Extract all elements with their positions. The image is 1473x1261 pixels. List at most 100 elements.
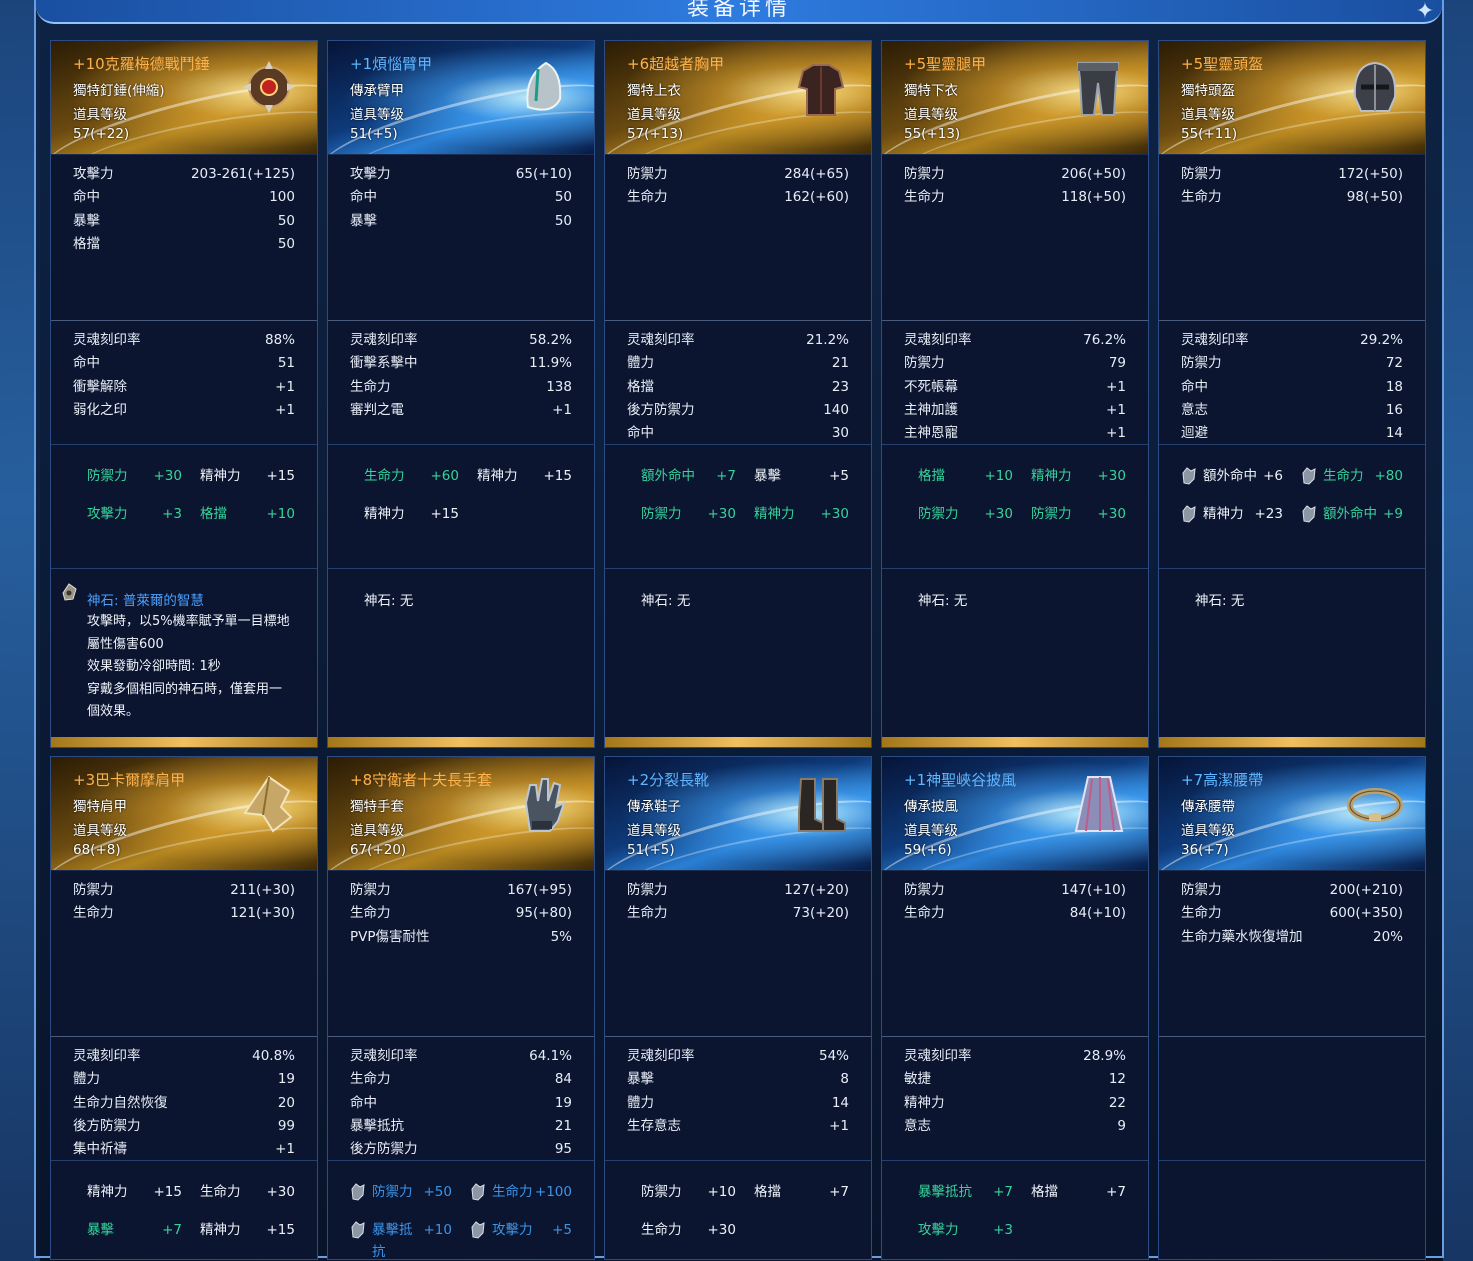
manastone-slot[interactable]: 攻擊力 +3 bbox=[87, 503, 182, 525]
manastone-slot[interactable]: 精神力 +15 bbox=[87, 1181, 182, 1203]
mace-icon[interactable] bbox=[239, 57, 295, 119]
manastone-slot[interactable]: 格擋 +10 bbox=[918, 465, 1013, 487]
manastone-slot[interactable]: 生命力 +100 bbox=[470, 1181, 572, 1203]
shoulder-icon[interactable] bbox=[239, 773, 295, 835]
bonus-name: 防禦力 bbox=[641, 506, 682, 522]
item-name[interactable]: +6超越者胸甲 bbox=[627, 53, 724, 74]
glove-icon[interactable] bbox=[516, 773, 572, 835]
manastone-slot[interactable]: 防禦力 +50 bbox=[350, 1181, 452, 1203]
item-name[interactable]: +5聖靈腿甲 bbox=[904, 53, 986, 74]
stat-row: 生命力 98(+50) bbox=[1181, 186, 1403, 209]
manastone-slot[interactable]: 額外命中 +6 bbox=[1181, 465, 1283, 487]
stat-value: 121(+30) bbox=[230, 905, 295, 922]
equipment-card[interactable]: +8守衛者十夫長手套 獨特手套 道具等级 67(+20) 防禦力 167(+95) 生命力 9… bbox=[327, 756, 595, 1260]
item-name[interactable]: +8守衛者十夫長手套 bbox=[350, 769, 492, 790]
equipment-card[interactable]: +5聖靈頭盔 獨特頭盔 道具等级 55(+11) 防禦力 172(+50) 生命力 98(+5… bbox=[1158, 40, 1426, 748]
item-name[interactable]: +7高潔腰帶 bbox=[1181, 769, 1263, 790]
manastone-slot[interactable]: 格擋 +7 bbox=[754, 1181, 849, 1203]
manastone-icon bbox=[1301, 505, 1317, 523]
stat-name: 不死帳幕 bbox=[904, 378, 958, 395]
bonus-value: +3 bbox=[162, 506, 182, 522]
manastone-slot[interactable]: 格擋 +7 bbox=[1031, 1181, 1126, 1203]
stat-name: 灵魂刻印率 bbox=[350, 332, 418, 348]
manastone-slot[interactable]: 生命力 +30 bbox=[641, 1219, 736, 1241]
manastone-slot[interactable]: 暴擊抵抗 +7 bbox=[918, 1181, 1013, 1203]
equipment-card[interactable]: +6超越者胸甲 獨特上衣 道具等级 57(+13) 防禦力 284(+65) 生命力 162(… bbox=[604, 40, 872, 748]
manastone-slot[interactable]: 生命力 +60 bbox=[364, 465, 459, 487]
manastone-slot[interactable]: 防禦力 +30 bbox=[87, 465, 182, 487]
manastone-slot[interactable]: 防禦力 +30 bbox=[641, 503, 736, 525]
item-name[interactable]: +5聖靈頭盔 bbox=[1181, 53, 1263, 74]
bonus-value: +5 bbox=[829, 468, 849, 484]
item-name[interactable]: +2分裂長靴 bbox=[627, 769, 709, 790]
manastone-slot[interactable]: 精神力 +15 bbox=[200, 1219, 295, 1241]
stat-name: 後方防禦力 bbox=[350, 1141, 418, 1158]
stat-row: 生存意志 +1 bbox=[627, 1115, 849, 1138]
cape-icon[interactable] bbox=[1070, 773, 1126, 835]
manastone-slot[interactable]: 暴擊 +5 bbox=[754, 465, 849, 487]
manastone-slot[interactable]: 精神力 +30 bbox=[1031, 465, 1126, 487]
stat-value: 16 bbox=[1385, 401, 1403, 418]
item-name[interactable]: +10克羅梅德戰鬥錘 bbox=[73, 53, 210, 74]
manastone-slot[interactable]: 暴擊抵抗 +10 bbox=[350, 1219, 452, 1260]
item-name[interactable]: +1神聖峽谷披風 bbox=[904, 769, 1016, 790]
godstone-name: 神石: 无 bbox=[918, 593, 968, 609]
stat-value: 8 bbox=[840, 1071, 849, 1088]
item-name[interactable]: +1煩惱臂甲 bbox=[350, 53, 432, 74]
bonus-name: 精神力 bbox=[477, 468, 518, 484]
manastone-slot[interactable]: 暴擊 +7 bbox=[87, 1219, 182, 1241]
chest-armor-icon[interactable] bbox=[793, 57, 849, 119]
stat-row: 命中 19 bbox=[350, 1092, 572, 1115]
manastone-slot[interactable]: 精神力 +15 bbox=[477, 465, 572, 487]
stat-value: 11.9% bbox=[529, 355, 572, 372]
equipment-card[interactable]: +2分裂長靴 傳承鞋子 道具等级 51(+5) 防禦力 127(+20) 生命力 73(+20… bbox=[604, 756, 872, 1260]
bonus-name: 防禦力 bbox=[1031, 506, 1072, 522]
equipment-card[interactable]: +1神聖峽谷披風 傳承披風 道具等级 59(+6) 防禦力 147(+10) 生命力 84(+… bbox=[881, 756, 1149, 1260]
stat-name: 命中 bbox=[73, 189, 100, 206]
manastone-slot[interactable]: 生命力 +80 bbox=[1301, 465, 1403, 487]
stat-row: 命中 30 bbox=[627, 422, 849, 445]
manastone-slot[interactable]: 攻擊力 +3 bbox=[918, 1219, 1013, 1241]
stat-name: 灵魂刻印率 bbox=[350, 1048, 418, 1064]
item-name[interactable]: +3巴卡爾摩肩甲 bbox=[73, 769, 185, 790]
manastone-slot[interactable]: 精神力 +15 bbox=[364, 503, 459, 525]
manastone-slot[interactable]: 精神力 +30 bbox=[754, 503, 849, 525]
stat-name: 灵魂刻印率 bbox=[73, 332, 141, 348]
manastone-slot[interactable]: 防禦力 +10 bbox=[641, 1181, 736, 1203]
manastone-slot[interactable]: 額外命中 +9 bbox=[1301, 503, 1403, 525]
stat-name: 防禦力 bbox=[904, 882, 945, 898]
stat-value: 172(+50) bbox=[1338, 166, 1403, 182]
stat-name: 攻擊力 bbox=[73, 166, 114, 182]
manastone-slot[interactable]: 攻擊力 +5 bbox=[470, 1219, 572, 1241]
stat-row: 防禦力 200(+210) bbox=[1181, 879, 1403, 902]
manastone-slot[interactable]: 額外命中 +7 bbox=[641, 465, 736, 487]
boots-icon[interactable] bbox=[793, 773, 849, 835]
equipment-card[interactable]: +7高潔腰帶 傳承腰帶 道具等级 36(+7) 防禦力 200(+210) 生命力 600(+… bbox=[1158, 756, 1426, 1260]
manastone-slot[interactable]: 防禦力 +30 bbox=[918, 503, 1013, 525]
equipment-card[interactable]: +3巴卡爾摩肩甲 獨特肩甲 道具等级 68(+8) 防禦力 211(+30) 生命力 121(… bbox=[50, 756, 318, 1260]
stat-row: 暴擊抵抗 21 bbox=[350, 1115, 572, 1138]
bonus-name: 攻擊力 bbox=[918, 1222, 959, 1238]
manastone-slot[interactable]: 格擋 +10 bbox=[200, 503, 295, 525]
belt-icon[interactable] bbox=[1347, 773, 1403, 835]
base-stats: 防禦力 167(+95) 生命力 95(+80) PVP傷害耐性 5% bbox=[328, 871, 594, 1037]
manastone-slot[interactable]: 精神力 +23 bbox=[1181, 503, 1283, 525]
base-stats: 防禦力 211(+30) 生命力 121(+30) bbox=[51, 871, 317, 1037]
equipment-card[interactable]: +1煩惱臂甲 傳承臂甲 道具等级 51(+5) 攻擊力 65(+10) 命中 50 暴擊 50 灵魂… bbox=[327, 40, 595, 748]
bonus-value: +30 bbox=[707, 506, 737, 522]
manastone-slot[interactable]: 精神力 +15 bbox=[200, 465, 295, 487]
manastone-slot[interactable]: 生命力 +30 bbox=[200, 1181, 295, 1203]
guard-icon[interactable] bbox=[516, 57, 572, 119]
godstone-section: 神石: 无 bbox=[882, 569, 1148, 734]
stat-value: +1 bbox=[1106, 378, 1126, 395]
stat-value: 9 bbox=[1117, 1117, 1126, 1134]
equipment-card[interactable]: +5聖靈腿甲 獨特下衣 道具等级 55(+13) 防禦力 206(+50) 生命力 118(+… bbox=[881, 40, 1149, 748]
stat-row: 後方防禦力 99 bbox=[73, 1115, 295, 1138]
leg-armor-icon[interactable] bbox=[1070, 57, 1126, 119]
card-bottom-strip bbox=[51, 737, 317, 747]
helmet-icon[interactable] bbox=[1347, 57, 1403, 119]
equipment-card[interactable]: +10克羅梅德戰鬥錘 獨特釘錘(伸縮) 道具等级 57(+22) 攻擊力 203-261(… bbox=[50, 40, 318, 748]
manastone-slot[interactable]: 防禦力 +30 bbox=[1031, 503, 1126, 525]
item-type: 獨特肩甲 bbox=[73, 799, 127, 815]
stat-row: 生命力 118(+50) bbox=[904, 186, 1126, 209]
